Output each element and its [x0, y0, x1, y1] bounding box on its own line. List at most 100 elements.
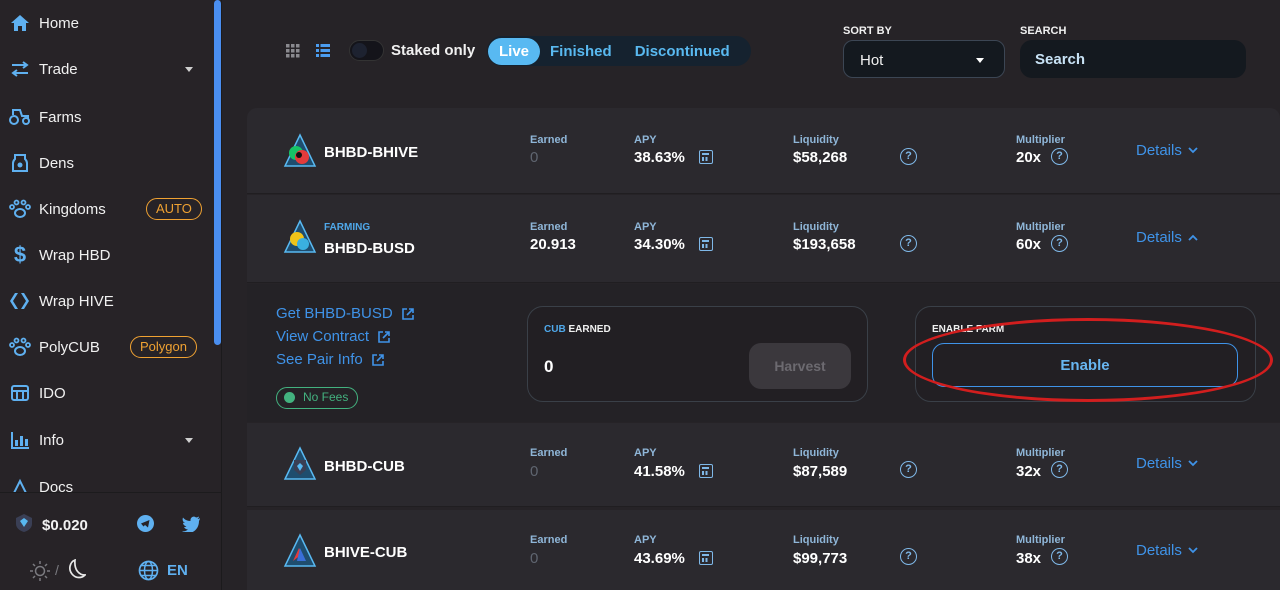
tab-finished[interactable]: Finished [550, 43, 612, 60]
pair-name: BHBD-BUSD [324, 240, 415, 257]
multiplier-label: Multiplier [1016, 447, 1065, 459]
multiplier-label: Multiplier [1016, 221, 1065, 233]
home-icon [9, 12, 31, 34]
sidebar-item-home[interactable]: Home [0, 3, 212, 43]
help-icon[interactable]: ? [1051, 461, 1068, 478]
chevron-up-icon [1188, 234, 1198, 241]
search-input[interactable] [1020, 40, 1246, 78]
cub-price[interactable]: $0.020 [14, 513, 88, 537]
liquidity-value: $99,773 [793, 550, 848, 567]
sort-select[interactable]: Hot [843, 40, 1005, 78]
chart-icon [9, 429, 31, 451]
help-icon[interactable]: ? [900, 461, 917, 478]
help-icon[interactable]: ? [1051, 148, 1068, 165]
liquidity-label: Liquidity [793, 134, 839, 146]
cub-earned-value: 0 [544, 357, 554, 376]
apy-label: APY [634, 534, 657, 546]
chevron-down-icon [185, 66, 193, 72]
toggle-knob [352, 43, 367, 58]
calculator-icon[interactable] [699, 551, 713, 565]
earned-value: 0 [530, 149, 539, 166]
details-toggle[interactable]: Details [1136, 542, 1198, 559]
apy-label: APY [634, 447, 657, 459]
no-fees-label: No Fees [303, 390, 349, 404]
external-link-icon [401, 307, 414, 320]
sidebar-item-wrap-hbd[interactable]: $ Wrap HBD [0, 235, 212, 275]
help-icon[interactable]: ? [1051, 235, 1068, 252]
list-view-icon[interactable] [316, 44, 330, 63]
farm-row[interactable]: FARMING BHBD-BUSD Earned 20.913 APY 34.3… [247, 195, 1280, 283]
polygon-badge: Polygon [130, 336, 197, 358]
harvest-button[interactable]: Harvest [749, 343, 851, 389]
hive-icon [9, 290, 31, 312]
check-icon [284, 392, 295, 403]
language-selector[interactable]: EN [167, 562, 188, 579]
help-icon[interactable]: ? [900, 548, 917, 565]
chevron-down-icon [1188, 460, 1198, 467]
help-icon[interactable]: ? [900, 148, 917, 165]
token-pair-icon [283, 133, 317, 169]
tab-discontinued[interactable]: Discontinued [635, 43, 730, 60]
farming-tag: FARMING [324, 222, 371, 233]
multiplier-value: 38x [1016, 550, 1042, 567]
multiplier-value: 20x [1016, 149, 1042, 166]
view-contract-label: View Contract [276, 328, 370, 345]
twitter-icon[interactable] [182, 516, 201, 537]
details-toggle[interactable]: Details [1136, 142, 1198, 159]
details-toggle[interactable]: Details [1136, 455, 1198, 472]
details-toggle[interactable]: Details [1136, 229, 1198, 246]
calculator-icon[interactable] [699, 150, 713, 164]
telegram-icon[interactable] [137, 515, 154, 537]
moon-icon[interactable] [66, 558, 88, 586]
theme-separator: / [55, 562, 59, 578]
cub-earned-box: CUB EARNED 0 Harvest [527, 306, 868, 402]
help-icon[interactable]: ? [1051, 548, 1068, 565]
farm-row[interactable]: BHIVE-CUB Earned 0 APY 43.69% Liquidity … [247, 510, 1280, 590]
liquidity-label: Liquidity [793, 221, 839, 233]
details-label: Details [1136, 455, 1182, 472]
sidebar-item-kingdoms[interactable]: Kingdoms AUTO [0, 189, 212, 229]
earned-value: 0 [530, 463, 539, 480]
get-lp-link[interactable]: Get BHBD-BUSD [276, 305, 415, 322]
chevron-down-icon [976, 58, 984, 63]
apy-label: APY [634, 221, 657, 233]
multiplier-label: Multiplier [1016, 534, 1065, 546]
sidebar-item-dens[interactable]: Dens [0, 143, 212, 183]
token-pair-icon [283, 446, 317, 482]
sidebar: Home Trade Farms Dens Kingdoms AUTO $ Wr… [0, 0, 222, 590]
sun-icon[interactable] [29, 560, 51, 587]
multiplier-value: 60x [1016, 236, 1042, 253]
staked-only-toggle[interactable] [349, 40, 384, 61]
sidebar-item-label: Wrap HBD [39, 246, 111, 264]
farm-row[interactable]: BHBD-CUB Earned 0 APY 41.58% Liquidity $… [247, 423, 1280, 507]
sidebar-item-polycub[interactable]: PolyCUB Polygon [0, 327, 212, 367]
earned-label: Earned [530, 534, 568, 546]
view-contract-link[interactable]: View Contract [276, 328, 391, 345]
grid-view-icon[interactable] [286, 44, 300, 63]
see-pair-info-label: See Pair Info [276, 351, 363, 368]
sidebar-item-label: IDO [39, 384, 66, 402]
see-pair-info-link[interactable]: See Pair Info [276, 351, 385, 368]
calculator-icon[interactable] [699, 464, 713, 478]
sidebar-item-label: Docs [39, 478, 74, 493]
multiplier-label: Multiplier [1016, 134, 1065, 146]
sidebar-item-farms[interactable]: Farms [0, 97, 212, 137]
paw-icon [9, 336, 31, 358]
calculator-icon[interactable] [699, 237, 713, 251]
sidebar-footer: $0.020 / EN [0, 492, 222, 590]
sidebar-scrollbar[interactable] [214, 0, 221, 345]
no-fees-badge: No Fees [276, 387, 359, 409]
chevron-down-icon [1188, 547, 1198, 554]
tab-live[interactable]: Live [488, 37, 541, 65]
sidebar-item-ido[interactable]: IDO [0, 373, 212, 413]
sidebar-item-docs[interactable]: Docs [0, 467, 212, 492]
sidebar-item-trade[interactable]: Trade [0, 49, 212, 89]
sidebar-item-wrap-hive[interactable]: Wrap HIVE [0, 281, 212, 321]
den-icon [9, 152, 31, 174]
globe-icon[interactable] [138, 560, 159, 586]
auto-badge: AUTO [146, 198, 202, 220]
farm-row[interactable]: BHBD-BHIVE Earned 0 APY 38.63% Liquidity… [247, 108, 1280, 194]
help-icon[interactable]: ? [900, 235, 917, 252]
sidebar-item-info[interactable]: Info [0, 420, 212, 460]
sidebar-item-label: Info [39, 431, 65, 449]
